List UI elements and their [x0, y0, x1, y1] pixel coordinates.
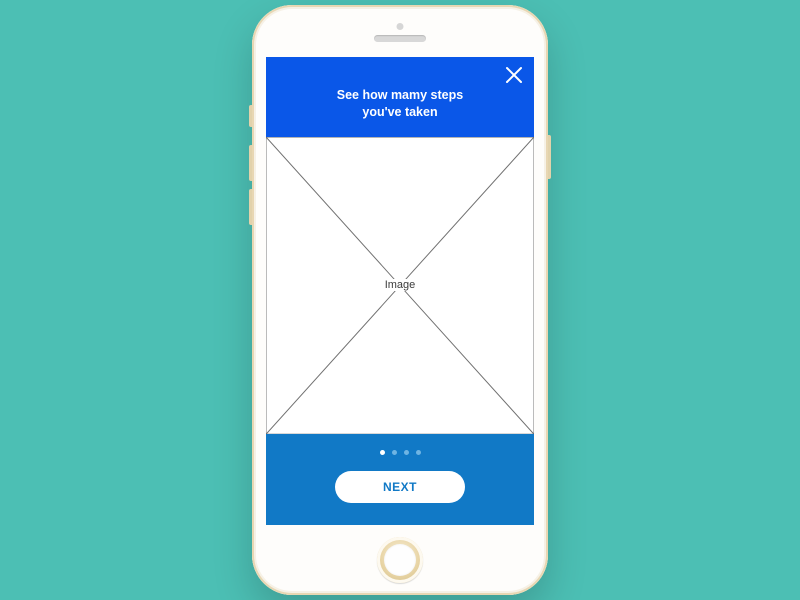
volume-down-button	[249, 189, 252, 225]
image-placeholder: Image	[266, 137, 534, 434]
power-button	[548, 135, 551, 179]
title-line-2: you've taken	[362, 105, 437, 119]
pager-dot-1[interactable]	[380, 450, 385, 455]
screen: See how mamy steps you've taken Image NE…	[266, 57, 534, 525]
title-line-1: See how mamy steps	[337, 88, 463, 102]
volume-up-button	[249, 145, 252, 181]
home-button[interactable]	[377, 537, 423, 583]
mute-switch	[249, 105, 252, 127]
page-indicator	[380, 450, 421, 455]
earpiece-speaker	[374, 35, 426, 42]
pager-dot-2[interactable]	[392, 450, 397, 455]
onboarding-header: See how mamy steps you've taken	[266, 57, 534, 137]
image-placeholder-label: Image	[381, 279, 420, 291]
onboarding-title: See how mamy steps you've taken	[278, 87, 522, 121]
onboarding-footer: NEXT	[266, 434, 534, 525]
camera-dot	[397, 23, 404, 30]
phone-frame: See how mamy steps you've taken Image NE…	[252, 5, 548, 595]
close-icon[interactable]	[504, 65, 524, 85]
pager-dot-4[interactable]	[416, 450, 421, 455]
next-button[interactable]: NEXT	[335, 471, 465, 503]
pager-dot-3[interactable]	[404, 450, 409, 455]
